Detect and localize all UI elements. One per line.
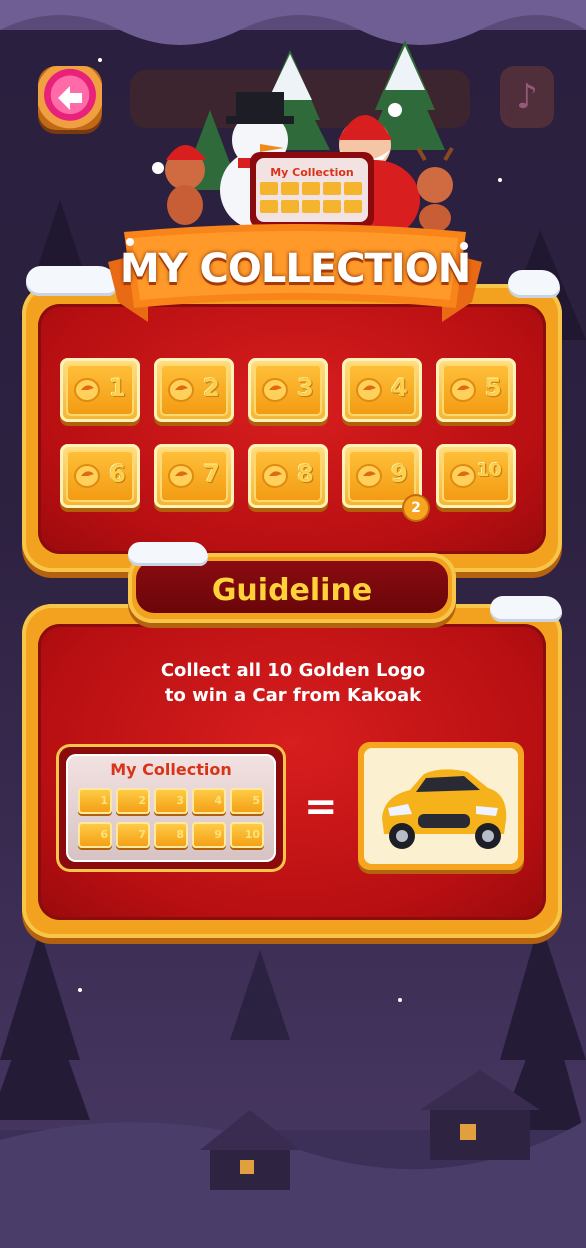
equals-sign: = xyxy=(304,784,338,830)
golden-logo-icon xyxy=(356,464,382,488)
golden-logo-icon xyxy=(356,378,382,402)
mini-slot: 9 xyxy=(192,822,226,848)
slot-face: 10 xyxy=(442,450,510,502)
instruction-line-1: Collect all 10 Golden Logo xyxy=(160,660,426,681)
mini-slot: 7 xyxy=(116,822,150,848)
slot-face: 1 xyxy=(66,364,134,416)
slot-number: 10 xyxy=(476,460,502,481)
guideline-header-inner: Guideline xyxy=(136,561,448,613)
guideline-title: Guideline xyxy=(211,573,373,608)
mini-collection-inner: My Collection 1 2 3 4 5 6 7 8 9 10 xyxy=(66,754,276,862)
golden-logo-icon xyxy=(168,464,194,488)
slot-number: 4 xyxy=(391,374,408,402)
slot-number: 5 xyxy=(485,374,502,402)
mini-slot: 5 xyxy=(230,788,264,814)
prize-car-inner xyxy=(364,748,518,864)
collection-slot[interactable]: 7 xyxy=(154,444,234,508)
snow-cap-right xyxy=(508,270,560,298)
collection-panel xyxy=(22,284,562,572)
mini-banner-title: My Collection xyxy=(270,166,354,179)
golden-logo-icon xyxy=(74,378,100,402)
slot-face: 8 xyxy=(254,450,322,502)
prize-car-card xyxy=(358,742,524,870)
slot-count-badge: 2 xyxy=(404,496,428,520)
mini-slot: 3 xyxy=(154,788,188,814)
mini-slot: 4 xyxy=(192,788,226,814)
golden-logo-icon xyxy=(262,378,288,402)
mini-collection-title: My Collection xyxy=(110,760,232,779)
slot-number: 9 xyxy=(391,460,408,488)
collection-title-ribbon: MY COLLECTION xyxy=(108,222,482,322)
slot-face: 2 xyxy=(160,364,228,416)
slot-number: 7 xyxy=(203,460,220,488)
music-button[interactable]: ♪ xyxy=(500,66,554,128)
collection-slot[interactable]: 6 xyxy=(60,444,140,508)
snow-cap-guideline-right xyxy=(490,596,562,622)
golden-logo-icon xyxy=(168,378,194,402)
golden-logo-icon xyxy=(74,464,100,488)
slot-face: 7 xyxy=(160,450,228,502)
mini-slot: 1 xyxy=(78,788,112,814)
collection-slot[interactable]: 8 xyxy=(248,444,328,508)
guideline-instructions: Collect all 10 Golden Logo to win a Car … xyxy=(100,658,486,708)
slot-face: 3 xyxy=(254,364,322,416)
mini-slot: 8 xyxy=(154,822,188,848)
collection-slot[interactable]: 10 xyxy=(436,444,516,508)
golden-logo-icon xyxy=(450,464,476,488)
slot-number: 2 xyxy=(203,374,220,402)
slot-face: 4 xyxy=(348,364,416,416)
yellow-car-icon xyxy=(382,769,507,849)
slot-number: 3 xyxy=(297,374,314,402)
collection-slot[interactable]: 5 xyxy=(436,358,516,422)
collection-title: MY COLLECTION xyxy=(119,246,471,292)
collection-slot[interactable]: 2 xyxy=(154,358,234,422)
golden-logo-icon xyxy=(262,464,288,488)
mini-slot: 2 xyxy=(116,788,150,814)
slot-number: 6 xyxy=(109,460,126,488)
arrow-left-icon xyxy=(58,86,82,110)
instruction-line-2: to win a Car from Kakoak xyxy=(164,685,422,706)
slot-number: 8 xyxy=(297,460,314,488)
slot-number: 1 xyxy=(109,374,126,402)
mini-slot: 10 xyxy=(230,822,264,848)
mini-slot: 6 xyxy=(78,822,112,848)
slot-face: 6 xyxy=(66,450,134,502)
slot-face: 9 xyxy=(348,450,416,502)
collection-slot[interactable]: 92 xyxy=(342,444,428,520)
christmas-characters-illustration: My Collection xyxy=(152,40,454,230)
collection-slot[interactable]: 1 xyxy=(60,358,140,422)
collection-panel-inner xyxy=(38,304,546,554)
collection-slot[interactable]: 4 xyxy=(342,358,422,422)
back-button[interactable] xyxy=(38,66,102,130)
slot-face: 5 xyxy=(442,364,510,416)
golden-logo-icon xyxy=(450,378,476,402)
music-note-icon: ♪ xyxy=(516,77,538,117)
snow-cap-left xyxy=(26,266,118,296)
collection-slot[interactable]: 3 xyxy=(248,358,328,422)
snow-cap-guideline-left xyxy=(128,542,208,566)
mini-collection-card: My Collection 1 2 3 4 5 6 7 8 9 10 xyxy=(56,744,286,872)
